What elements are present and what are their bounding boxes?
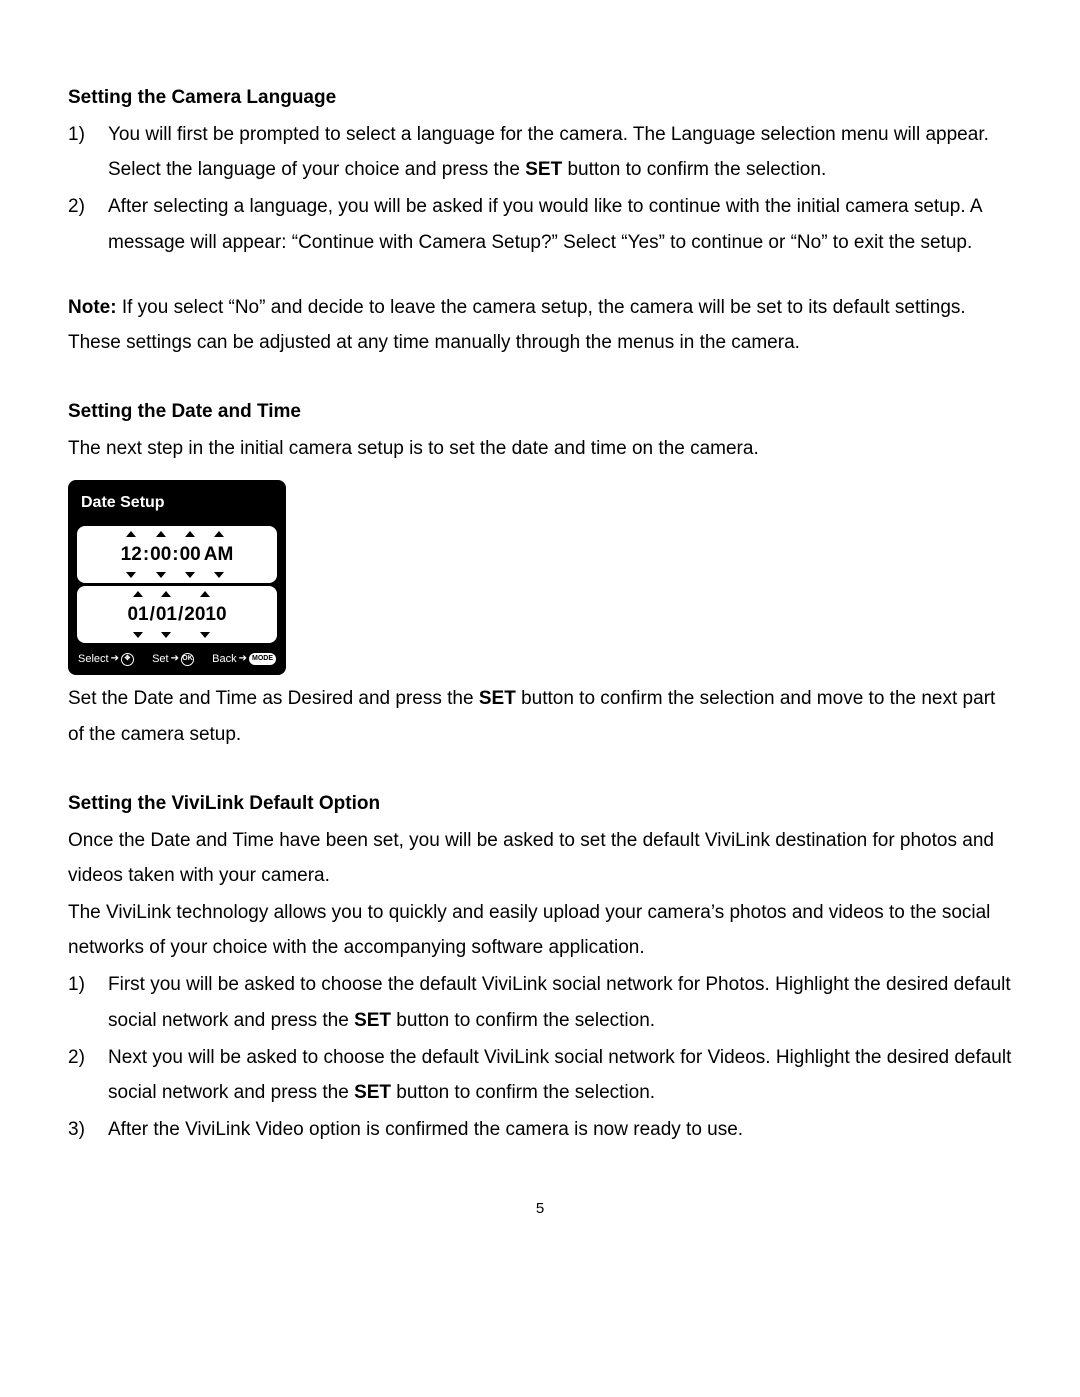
vivilink-intro1: Once the Date and Time have been set, yo… (68, 823, 1012, 893)
nav-icon: ✥ (121, 653, 134, 666)
hour-spinner: 12 (121, 531, 142, 578)
list-number: 3) (68, 1112, 108, 1147)
set-button-label: SET (354, 1010, 391, 1031)
time-field: 12 : 00 : 00 AM (77, 526, 277, 583)
down-arrow-icon (161, 632, 171, 638)
footer-set-label: Set (152, 649, 169, 669)
day-spinner: 01 (156, 591, 177, 638)
second-value: 00 (180, 537, 201, 572)
year-spinner: 2010 (184, 591, 226, 638)
year-value: 2010 (184, 597, 226, 632)
text: button to confirm the selection. (391, 1010, 655, 1031)
arrow-right-icon: ➔ (171, 650, 179, 669)
month-value: 01 (127, 597, 148, 632)
month-spinner: 01 (127, 591, 148, 638)
ampm-spinner: AM (204, 531, 234, 578)
datetime-intro: The next step in the initial camera setu… (68, 431, 1012, 466)
date-field: 01 / 01 / 2010 (77, 586, 277, 643)
list-number: 1) (68, 117, 108, 187)
list-number: 2) (68, 189, 108, 259)
list-text: You will first be prompted to select a l… (108, 117, 1012, 187)
list-item: 1) First you will be asked to choose the… (68, 967, 1012, 1037)
separator: : (142, 537, 150, 572)
arrow-right-icon: ➔ (239, 650, 247, 669)
list-item: 3) After the ViviLink Video option is co… (68, 1112, 1012, 1147)
set-button-label: SET (354, 1082, 391, 1103)
list-text: Next you will be asked to choose the def… (108, 1040, 1012, 1110)
heading-language: Setting the Camera Language (68, 80, 1012, 115)
minute-spinner: 00 (150, 531, 171, 578)
text: Set the Date and Time as Desired and pre… (68, 688, 479, 709)
list-item: 1) You will first be prompted to select … (68, 117, 1012, 187)
second-spinner: 00 (180, 531, 201, 578)
datetime-after: Set the Date and Time as Desired and pre… (68, 681, 1012, 751)
down-arrow-icon (200, 632, 210, 638)
mode-icon: MODE (249, 653, 276, 665)
text: button to confirm the selection. (391, 1082, 655, 1103)
arrow-right-icon: ➔ (111, 650, 119, 669)
note-label: Note: (68, 297, 117, 318)
day-value: 01 (156, 597, 177, 632)
list-number: 2) (68, 1040, 108, 1110)
text: After the ViviLink Video option is confi… (108, 1119, 743, 1140)
down-arrow-icon (133, 632, 143, 638)
text: button to confirm the selection. (562, 159, 826, 180)
set-button-label: SET (479, 688, 516, 709)
separator: / (149, 597, 156, 632)
down-arrow-icon (156, 572, 166, 578)
page-number: 5 (68, 1195, 1012, 1223)
date-setup-title: Date Setup (73, 485, 281, 523)
separator: / (177, 597, 184, 632)
ampm-value: AM (204, 537, 234, 572)
list-text: First you will be asked to choose the de… (108, 967, 1012, 1037)
down-arrow-icon (185, 572, 195, 578)
list-item: 2) After selecting a language, you will … (68, 189, 1012, 259)
list-text: After selecting a language, you will be … (108, 189, 1012, 259)
text: After selecting a language, you will be … (108, 196, 981, 252)
footer-select-label: Select (78, 649, 109, 669)
list-text: After the ViviLink Video option is confi… (108, 1112, 1012, 1147)
down-arrow-icon (214, 572, 224, 578)
note-paragraph: Note: If you select “No” and decide to l… (68, 290, 1012, 360)
separator: : (171, 537, 179, 572)
note-text: If you select “No” and decide to leave t… (68, 297, 966, 353)
vivilink-intro2: The ViviLink technology allows you to qu… (68, 895, 1012, 965)
set-button-label: SET (525, 159, 562, 180)
hour-value: 12 (121, 537, 142, 572)
footer-back-label: Back (212, 649, 236, 669)
minute-value: 00 (150, 537, 171, 572)
heading-datetime: Setting the Date and Time (68, 394, 1012, 429)
heading-vivilink: Setting the ViviLink Default Option (68, 786, 1012, 821)
date-setup-footer: Select ➔ ✥ Set ➔ OK Back ➔ MODE (73, 646, 281, 670)
date-setup-screenshot: Date Setup 12 : 00 : 00 AM (68, 480, 286, 675)
down-arrow-icon (126, 572, 136, 578)
ok-icon: OK (181, 653, 194, 666)
list-number: 1) (68, 967, 108, 1037)
list-item: 2) Next you will be asked to choose the … (68, 1040, 1012, 1110)
